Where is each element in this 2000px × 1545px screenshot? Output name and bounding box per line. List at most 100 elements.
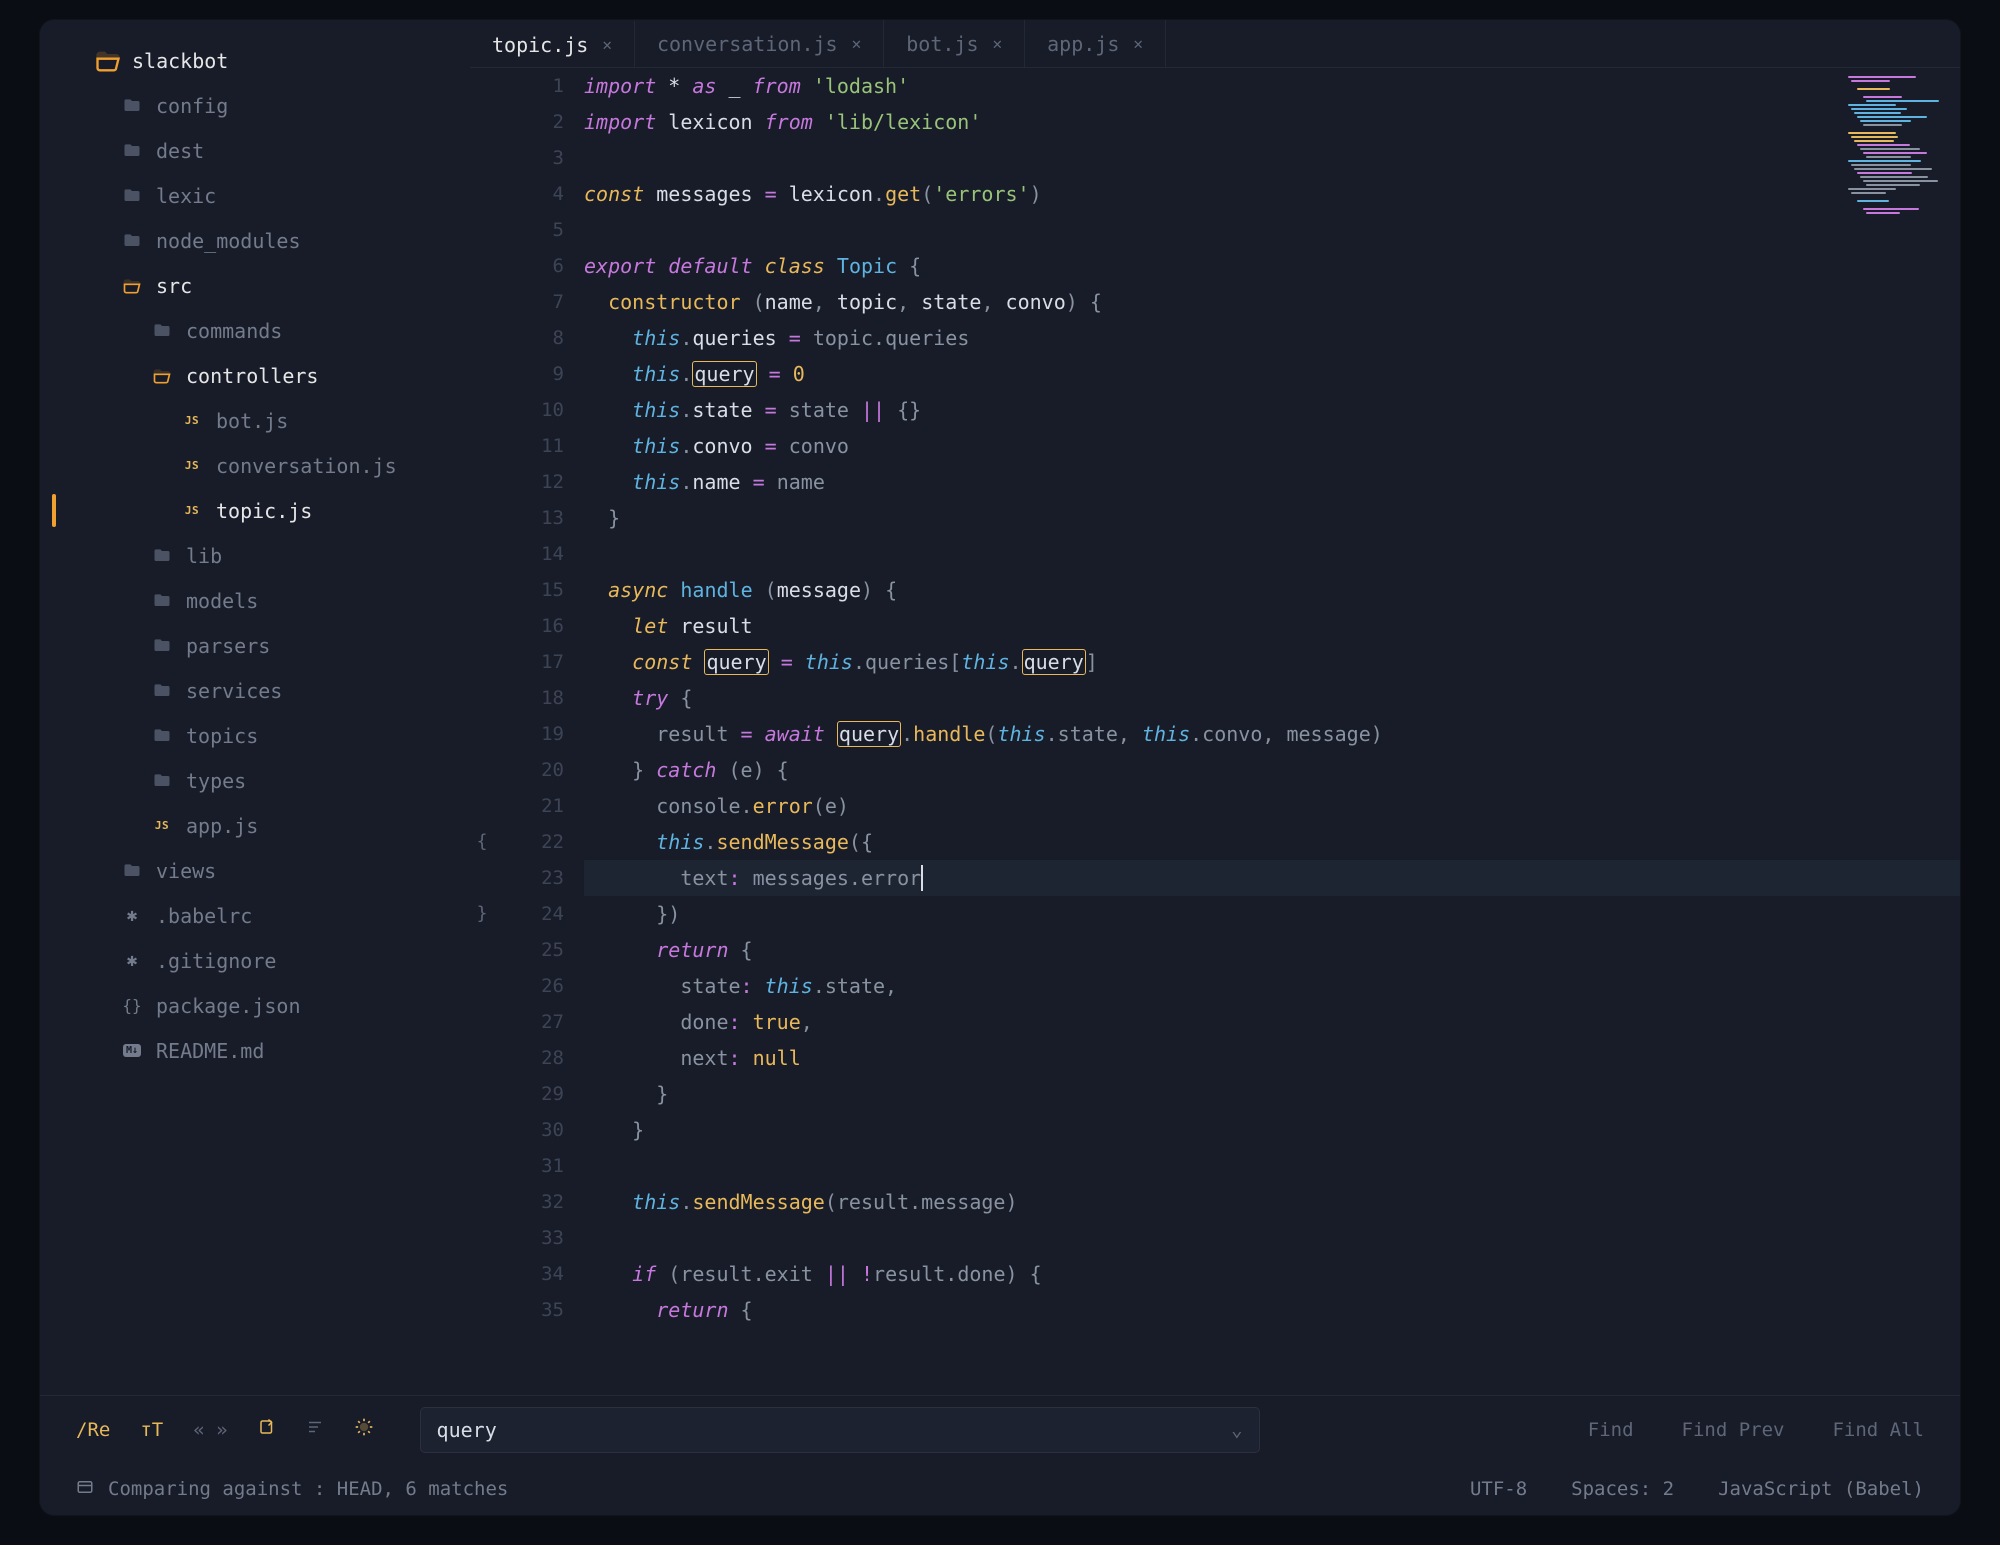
code-line: } (584, 500, 1960, 536)
tree-item-src[interactable]: src (40, 263, 470, 308)
tree-item-label: .gitignore (156, 949, 276, 973)
fold-marker[interactable] (470, 1040, 494, 1076)
fold-marker[interactable] (470, 104, 494, 140)
fold-marker[interactable] (470, 1220, 494, 1256)
code-line (584, 536, 1960, 572)
tree-item-conversation-js[interactable]: JSconversation.js (40, 443, 470, 488)
tree-item-views[interactable]: views (40, 848, 470, 893)
fold-marker[interactable] (470, 644, 494, 680)
tree-item-topic-js[interactable]: JStopic.js (40, 488, 470, 533)
fold-marker[interactable] (470, 500, 494, 536)
code-content[interactable]: import * as _ from 'lodash'import lexico… (584, 68, 1960, 1395)
fold-marker[interactable] (470, 248, 494, 284)
folder-icon (148, 681, 176, 701)
fold-marker[interactable] (470, 572, 494, 608)
case-sensitive-toggle[interactable]: тT (140, 1419, 163, 1441)
find-find-button[interactable]: Find (1588, 1419, 1634, 1441)
minimap[interactable] (1848, 76, 1948, 286)
dotfile-icon: ✱ (118, 950, 146, 971)
fold-marker[interactable] (470, 392, 494, 428)
tree-item-dest[interactable]: dest (40, 128, 470, 173)
fold-marker[interactable] (470, 428, 494, 464)
tree-item-bot-js[interactable]: JSbot.js (40, 398, 470, 443)
folder-icon (148, 636, 176, 656)
fold-marker[interactable] (470, 752, 494, 788)
tree-item-parsers[interactable]: parsers (40, 623, 470, 668)
fold-marker[interactable] (470, 1076, 494, 1112)
code-line: let result (584, 608, 1960, 644)
code-line: state: this.state, (584, 968, 1960, 1004)
fold-marker[interactable] (470, 140, 494, 176)
fold-marker[interactable] (470, 788, 494, 824)
in-selection-toggle[interactable] (258, 1418, 276, 1441)
tree-root[interactable]: slackbot (40, 38, 470, 83)
fold-marker[interactable] (470, 1184, 494, 1220)
fold-marker[interactable] (470, 320, 494, 356)
fold-marker[interactable] (470, 680, 494, 716)
fold-marker[interactable] (470, 860, 494, 896)
tree-item-app-js[interactable]: JSapp.js (40, 803, 470, 848)
find-find-prev-button[interactable]: Find Prev (1682, 1419, 1785, 1441)
tree-item-label: controllers (186, 364, 318, 388)
fold-marker[interactable] (470, 536, 494, 572)
fold-marker[interactable] (470, 1292, 494, 1328)
tree-item-services[interactable]: services (40, 668, 470, 713)
fold-marker[interactable] (470, 356, 494, 392)
highlight-icon[interactable] (354, 1417, 374, 1442)
tree-item-README-md[interactable]: M↓README.md (40, 1028, 470, 1073)
folder-open-icon (118, 276, 146, 296)
tree-item-lib[interactable]: lib (40, 533, 470, 578)
whole-word-toggle[interactable]: « » (193, 1419, 227, 1441)
fold-marker[interactable] (470, 1004, 494, 1040)
find-input[interactable]: query ⌄ (420, 1407, 1260, 1453)
tree-item-package-json[interactable]: {}package.json (40, 983, 470, 1028)
code-line (584, 212, 1960, 248)
tree-item-types[interactable]: types (40, 758, 470, 803)
tree-item-lexic[interactable]: lexic (40, 173, 470, 218)
tree-item--babelrc[interactable]: ✱.babelrc (40, 893, 470, 938)
fold-marker[interactable] (470, 1112, 494, 1148)
regex-toggle[interactable]: /Re (76, 1419, 110, 1441)
tree-item-models[interactable]: models (40, 578, 470, 623)
editor-window: slackbot configdestlexicnode_modulessrcc… (40, 20, 1960, 1515)
js-file-icon: JS (148, 819, 176, 832)
main-row: slackbot configdestlexicnode_modulessrcc… (40, 20, 1960, 1395)
line-number: 13 (494, 500, 564, 536)
fold-marker[interactable] (470, 68, 494, 104)
find-find-all-button[interactable]: Find All (1832, 1419, 1924, 1441)
fold-marker[interactable] (470, 464, 494, 500)
fold-marker[interactable] (470, 968, 494, 1004)
fold-marker[interactable] (470, 1256, 494, 1292)
fold-marker[interactable]: } (470, 896, 494, 932)
fold-marker[interactable]: { (470, 824, 494, 860)
code-line: import lexicon from 'lib/lexicon' (584, 104, 1960, 140)
fold-marker[interactable] (470, 608, 494, 644)
diff-icon[interactable] (76, 1478, 94, 1501)
fold-marker[interactable] (470, 716, 494, 752)
fold-marker[interactable] (470, 1148, 494, 1184)
fold-marker[interactable] (470, 284, 494, 320)
line-number: 22 (494, 824, 564, 860)
tree-item-controllers[interactable]: controllers (40, 353, 470, 398)
options-icon[interactable] (306, 1418, 324, 1441)
chevron-down-icon[interactable]: ⌄ (1231, 1419, 1242, 1441)
tree-item-config[interactable]: config (40, 83, 470, 128)
tree-label: slackbot (132, 49, 228, 73)
code-line: const messages = lexicon.get('errors') (584, 176, 1960, 212)
code-line: const query = this.queries[this.query] (584, 644, 1960, 680)
status-indent[interactable]: Spaces: 2 (1571, 1478, 1674, 1500)
folder-icon (118, 231, 146, 251)
status-encoding[interactable]: UTF-8 (1470, 1478, 1527, 1500)
fold-marker[interactable] (470, 176, 494, 212)
code-line: this.query = 0 (584, 356, 1960, 392)
folder-icon (148, 321, 176, 341)
status-language[interactable]: JavaScript (Babel) (1718, 1478, 1924, 1500)
fold-marker[interactable] (470, 212, 494, 248)
tree-item--gitignore[interactable]: ✱ .gitignore (40, 938, 470, 983)
tree-item-topics[interactable]: topics (40, 713, 470, 758)
tree-item-node_modules[interactable]: node_modules (40, 218, 470, 263)
tree-item-commands[interactable]: commands (40, 308, 470, 353)
fold-marker[interactable] (470, 932, 494, 968)
code-line: this.state = state || {} (584, 392, 1960, 428)
line-number: 2 (494, 104, 564, 140)
